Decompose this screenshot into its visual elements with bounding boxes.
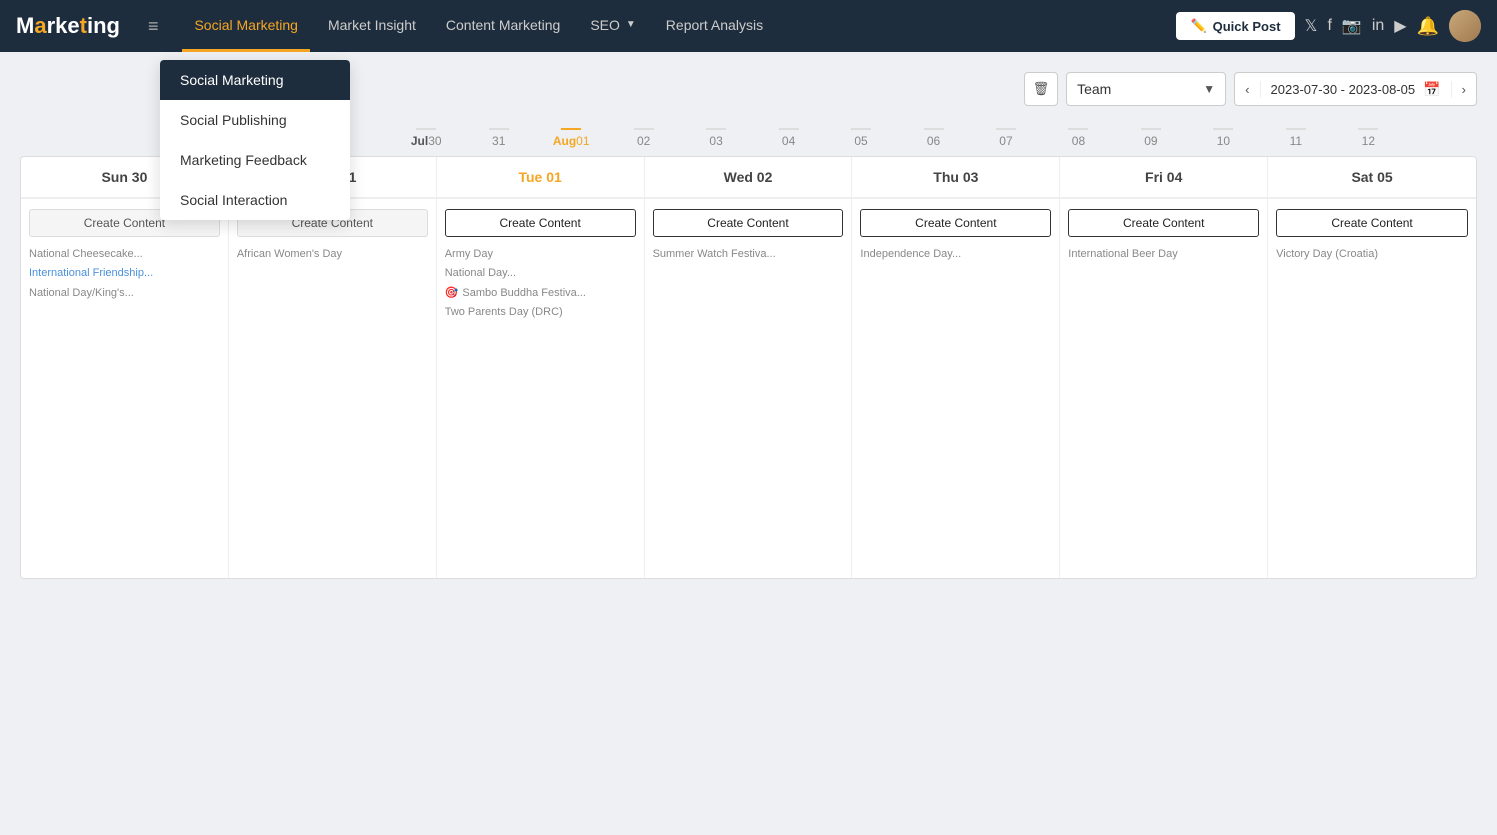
team-select[interactable]: Team ▼ (1066, 72, 1226, 106)
create-content-button-fri04[interactable]: Create Content (1068, 209, 1259, 237)
prev-date-button[interactable]: ‹ (1235, 73, 1259, 105)
date-strip-item-08: 08 (1042, 126, 1114, 148)
event-sambo-buddha: 🎯 Sambo Buddha Festiva... (445, 284, 636, 303)
dropdown-item-social-publishing[interactable]: Social Publishing (160, 100, 350, 140)
nav-seo[interactable]: SEO ▼ (578, 0, 647, 52)
col-header-fri04: Fri 04 (1060, 157, 1268, 197)
date-strip-item-09: 09 (1115, 126, 1187, 148)
event-victory-day-croatia: Victory Day (Croatia) (1276, 245, 1468, 264)
col-header-wed02: Wed 02 (645, 157, 853, 197)
event-national-day-kings: National Day/King's... (29, 284, 220, 303)
nav-report-analysis[interactable]: Report Analysis (654, 0, 775, 52)
event-national-day: National Day... (445, 264, 636, 283)
date-strip-item-11: 11 (1260, 126, 1332, 148)
date-strip-item-04: 04 (752, 126, 824, 148)
calendar-body: Create Content National Cheesecake... In… (21, 198, 1476, 578)
trash-icon: 🗑 (1033, 81, 1050, 97)
nav-items: Social Marketing Market Insight Content … (182, 0, 1152, 52)
nav-social-marketing[interactable]: Social Marketing (182, 0, 310, 52)
event-independence-day: Independence Day... (860, 245, 1051, 264)
quick-post-button[interactable]: ✏️ Quick Post (1176, 12, 1294, 40)
pencil-icon: ✏️ (1190, 18, 1206, 34)
date-navigation: ‹ 2023-07-30 - 2023-08-05 📅 › (1234, 72, 1477, 106)
dropdown-item-social-marketing[interactable]: Social Marketing (160, 60, 350, 100)
col-header-tue01: Tue 01 (437, 157, 645, 197)
event-icon-sambo: 🎯 (445, 286, 459, 301)
date-strip-item-10: 10 (1187, 126, 1259, 148)
next-date-button[interactable]: › (1452, 73, 1476, 105)
facebook-icon[interactable]: f (1327, 17, 1331, 35)
logo-text: Marketing (16, 13, 120, 39)
nav-market-insight[interactable]: Market Insight (316, 0, 428, 52)
social-marketing-dropdown: Social Marketing Social Publishing Marke… (160, 60, 350, 220)
dropdown-item-social-interaction[interactable]: Social Interaction (160, 180, 350, 220)
create-content-button-wed02[interactable]: Create Content (653, 209, 844, 237)
chevron-down-icon: ▼ (626, 19, 636, 30)
trash-button[interactable]: 🗑 (1024, 72, 1058, 106)
date-strip-item-aug01: Aug01 (535, 126, 607, 148)
instagram-icon[interactable]: 📷 (1342, 16, 1362, 36)
date-strip-item-12: 12 (1332, 126, 1404, 148)
dropdown-item-marketing-feedback[interactable]: Marketing Feedback (160, 140, 350, 180)
date-strip-item-02: 02 (607, 126, 679, 148)
team-select-arrow-icon: ▼ (1203, 82, 1215, 96)
date-strip-item-jul30: Jul30 (390, 126, 462, 148)
navbar: Marketing ≡ Social Marketing Market Insi… (0, 0, 1497, 52)
cal-cell-wed02: Create Content Summer Watch Festiva... (645, 198, 853, 578)
avatar[interactable] (1449, 10, 1481, 42)
date-range-text: 2023-07-30 - 2023-08-05 (1271, 82, 1416, 97)
create-content-button-thu03[interactable]: Create Content (860, 209, 1051, 237)
team-select-label: Team (1077, 81, 1195, 97)
event-international-beer-day: International Beer Day (1068, 245, 1259, 264)
col-header-thu03: Thu 03 (852, 157, 1060, 197)
notification-bell-icon[interactable]: 🔔 (1417, 16, 1439, 37)
cal-cell-sun30: Create Content National Cheesecake... In… (21, 198, 229, 578)
date-range-display: 2023-07-30 - 2023-08-05 📅 (1260, 81, 1452, 98)
event-national-cheesecake: National Cheesecake... (29, 245, 220, 264)
col-header-sat05: Sat 05 (1268, 157, 1476, 197)
date-strip-item-03: 03 (680, 126, 752, 148)
event-two-parents-day: Two Parents Day (DRC) (445, 303, 636, 322)
avatar-image (1449, 10, 1481, 42)
event-summer-watch: Summer Watch Festiva... (653, 245, 844, 264)
logo: Marketing (16, 13, 120, 39)
youtube-icon[interactable]: ▶ (1394, 16, 1406, 36)
page-body: Marketing ≡ Social Marketing Market Insi… (0, 0, 1497, 835)
calendar-icon[interactable]: 📅 (1423, 81, 1440, 98)
nav-content-marketing[interactable]: Content Marketing (434, 0, 572, 52)
hamburger-icon[interactable]: ≡ (148, 16, 159, 37)
create-content-button-tue01[interactable]: Create Content (445, 209, 636, 237)
event-intl-friendship[interactable]: International Friendship... (29, 264, 220, 283)
cal-cell-fri04: Create Content International Beer Day (1060, 198, 1268, 578)
date-strip-item-07: 07 (970, 126, 1042, 148)
twitter-icon[interactable]: 𝕏 (1305, 16, 1318, 36)
cal-cell-tue01: Create Content Army Day National Day... … (437, 198, 645, 578)
date-strip-item-31: 31 (462, 126, 534, 148)
nav-right: ✏️ Quick Post 𝕏 f 📷 in ▶ 🔔 (1176, 10, 1481, 42)
date-strip-item-06: 06 (897, 126, 969, 148)
cal-cell-mon31: Create Content African Women's Day (229, 198, 437, 578)
linkedin-icon[interactable]: in (1372, 17, 1384, 35)
create-content-button-sat05[interactable]: Create Content (1276, 209, 1468, 237)
date-strip-item-05: 05 (825, 126, 897, 148)
cal-cell-sat05: Create Content Victory Day (Croatia) (1268, 198, 1476, 578)
event-army-day: Army Day (445, 245, 636, 264)
event-african-womens-day: African Women's Day (237, 245, 428, 264)
cal-cell-thu03: Create Content Independence Day... (852, 198, 1060, 578)
